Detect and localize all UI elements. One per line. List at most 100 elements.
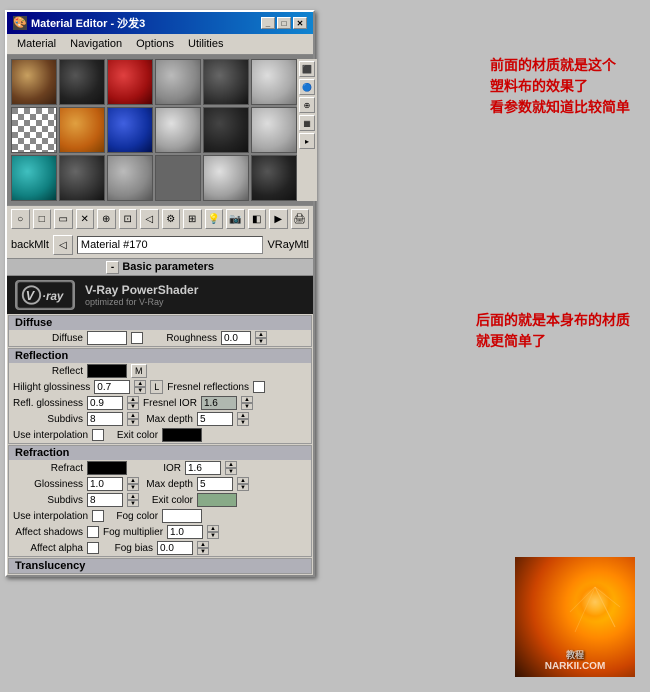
mat-slot-8[interactable] — [59, 107, 105, 153]
fresnel-ior-down[interactable]: ▼ — [241, 403, 253, 410]
hilight-l-button[interactable]: L — [150, 380, 163, 394]
fog-bias-spinner[interactable]: ▲ ▼ — [197, 541, 209, 555]
tb-btn-plane[interactable]: ▭ — [54, 209, 73, 229]
refr-max-depth-down[interactable]: ▼ — [237, 484, 249, 491]
tb-btn-grid[interactable]: ⊞ — [183, 209, 202, 229]
roughness-input[interactable] — [221, 331, 251, 345]
mat-slot-18[interactable] — [251, 155, 297, 201]
fresnel-ior-spinner[interactable]: ▲ ▼ — [241, 396, 253, 410]
roughness-spinner[interactable]: ▲ ▼ — [255, 331, 267, 345]
mat-arrow-btn[interactable]: ◁ — [53, 235, 73, 255]
refl-gloss-spinner[interactable]: ▲ ▼ — [127, 396, 139, 410]
fog-mult-up[interactable]: ▲ — [207, 525, 219, 532]
fog-color-swatch[interactable] — [162, 509, 202, 523]
diffuse-check[interactable] — [131, 332, 143, 344]
close-button[interactable]: ✕ — [293, 17, 307, 29]
mat-slot-14[interactable] — [59, 155, 105, 201]
mat-slot-16[interactable] — [155, 155, 201, 201]
mat-slot-2[interactable] — [59, 59, 105, 105]
fog-bias-up[interactable]: ▲ — [197, 541, 209, 548]
refr-max-depth-input[interactable] — [197, 477, 233, 491]
refract-swatch[interactable] — [87, 461, 127, 475]
mat-slot-3[interactable] — [107, 59, 153, 105]
refr-subdivs-up[interactable]: ▲ — [127, 493, 139, 500]
fog-bias-input[interactable] — [157, 541, 193, 555]
tb-btn-light[interactable]: 💡 — [205, 209, 224, 229]
fog-mult-spinner[interactable]: ▲ ▼ — [207, 525, 219, 539]
refl-gloss-down[interactable]: ▼ — [127, 403, 139, 410]
tb-btn-delete[interactable]: ✕ — [76, 209, 95, 229]
max-depth-up[interactable]: ▲ — [237, 412, 249, 419]
menu-material[interactable]: Material — [11, 36, 62, 52]
refr-subdivs-down[interactable]: ▼ — [127, 500, 139, 507]
mat-slot-12[interactable] — [251, 107, 297, 153]
fresnel-ior-up[interactable]: ▲ — [241, 396, 253, 403]
tb-btn-video[interactable]: ▶ — [269, 209, 288, 229]
section-collapse-btn[interactable]: - — [106, 261, 119, 274]
mat-slot-1[interactable] — [11, 59, 57, 105]
fog-mult-down[interactable]: ▼ — [207, 532, 219, 539]
exit-color-swatch[interactable] — [162, 428, 202, 442]
menu-options[interactable]: Options — [130, 36, 180, 52]
tb-btn-camera[interactable]: 📷 — [226, 209, 245, 229]
fresnel-check[interactable] — [253, 381, 265, 393]
mat-slot-13[interactable] — [11, 155, 57, 201]
refr-gloss-spinner[interactable]: ▲ ▼ — [127, 477, 139, 491]
affect-alpha-check[interactable] — [87, 542, 99, 554]
refr-exit-swatch[interactable] — [197, 493, 237, 507]
ior-down[interactable]: ▼ — [225, 468, 237, 475]
fog-mult-input[interactable] — [167, 525, 203, 539]
subdivs-down[interactable]: ▼ — [127, 419, 139, 426]
use-interp-check2[interactable] — [92, 510, 104, 522]
side-btn-4[interactable]: ▦ — [299, 115, 315, 131]
tb-btn-sphere[interactable]: ○ — [11, 209, 30, 229]
minimize-button[interactable]: _ — [261, 17, 275, 29]
fresnel-ior-input[interactable] — [201, 396, 237, 410]
side-btn-2[interactable]: 🔵 — [299, 79, 315, 95]
maximize-button[interactable]: □ — [277, 17, 291, 29]
hilight-down[interactable]: ▼ — [134, 387, 146, 394]
subdivs-up[interactable]: ▲ — [127, 412, 139, 419]
hilight-spinner[interactable]: ▲ ▼ — [134, 380, 146, 394]
mat-slot-9[interactable] — [107, 107, 153, 153]
refr-gloss-up[interactable]: ▲ — [127, 477, 139, 484]
refl-gloss-input[interactable] — [87, 396, 123, 410]
hilight-input[interactable] — [94, 380, 130, 394]
max-depth-spinner[interactable]: ▲ ▼ — [237, 412, 249, 426]
fog-bias-down[interactable]: ▼ — [197, 548, 209, 555]
refr-glossiness-input[interactable] — [87, 477, 123, 491]
tb-btn-print[interactable]: 🖨 — [291, 209, 310, 229]
mat-slot-6[interactable] — [251, 59, 297, 105]
ior-up[interactable]: ▲ — [225, 461, 237, 468]
menu-utilities[interactable]: Utilities — [182, 36, 229, 52]
side-btn-5[interactable]: ▸ — [299, 133, 315, 149]
subdivs-input[interactable] — [87, 412, 123, 426]
refr-subdivs-input[interactable] — [87, 493, 123, 507]
use-interp-check[interactable] — [92, 429, 104, 441]
tb-btn-box[interactable]: □ — [33, 209, 52, 229]
mat-slot-10[interactable] — [155, 107, 201, 153]
mat-slot-11[interactable] — [203, 107, 249, 153]
refr-gloss-down[interactable]: ▼ — [127, 484, 139, 491]
affect-shadows-check[interactable] — [87, 526, 99, 538]
roughness-up[interactable]: ▲ — [255, 331, 267, 338]
side-btn-1[interactable]: ⬛ — [299, 61, 315, 77]
tb-btn-pick[interactable]: ⊕ — [97, 209, 116, 229]
mat-slot-4[interactable] — [155, 59, 201, 105]
reflect-swatch[interactable] — [87, 364, 127, 378]
refr-max-depth-up[interactable]: ▲ — [237, 477, 249, 484]
mat-slot-15[interactable] — [107, 155, 153, 201]
ior-spinner[interactable]: ▲ ▼ — [225, 461, 237, 475]
tb-btn-options[interactable]: ⚙ — [162, 209, 181, 229]
mat-slot-5[interactable] — [203, 59, 249, 105]
roughness-down[interactable]: ▼ — [255, 338, 267, 345]
max-depth-input[interactable] — [197, 412, 233, 426]
ior-input[interactable] — [185, 461, 221, 475]
diffuse-color-swatch[interactable] — [87, 331, 127, 345]
mat-slot-7[interactable] — [11, 107, 57, 153]
tb-btn-prev[interactable]: ◁ — [140, 209, 159, 229]
material-name-input[interactable] — [77, 236, 264, 254]
subdivs-spinner[interactable]: ▲ ▼ — [127, 412, 139, 426]
tb-btn-bg[interactable]: ◧ — [248, 209, 267, 229]
max-depth-down[interactable]: ▼ — [237, 419, 249, 426]
